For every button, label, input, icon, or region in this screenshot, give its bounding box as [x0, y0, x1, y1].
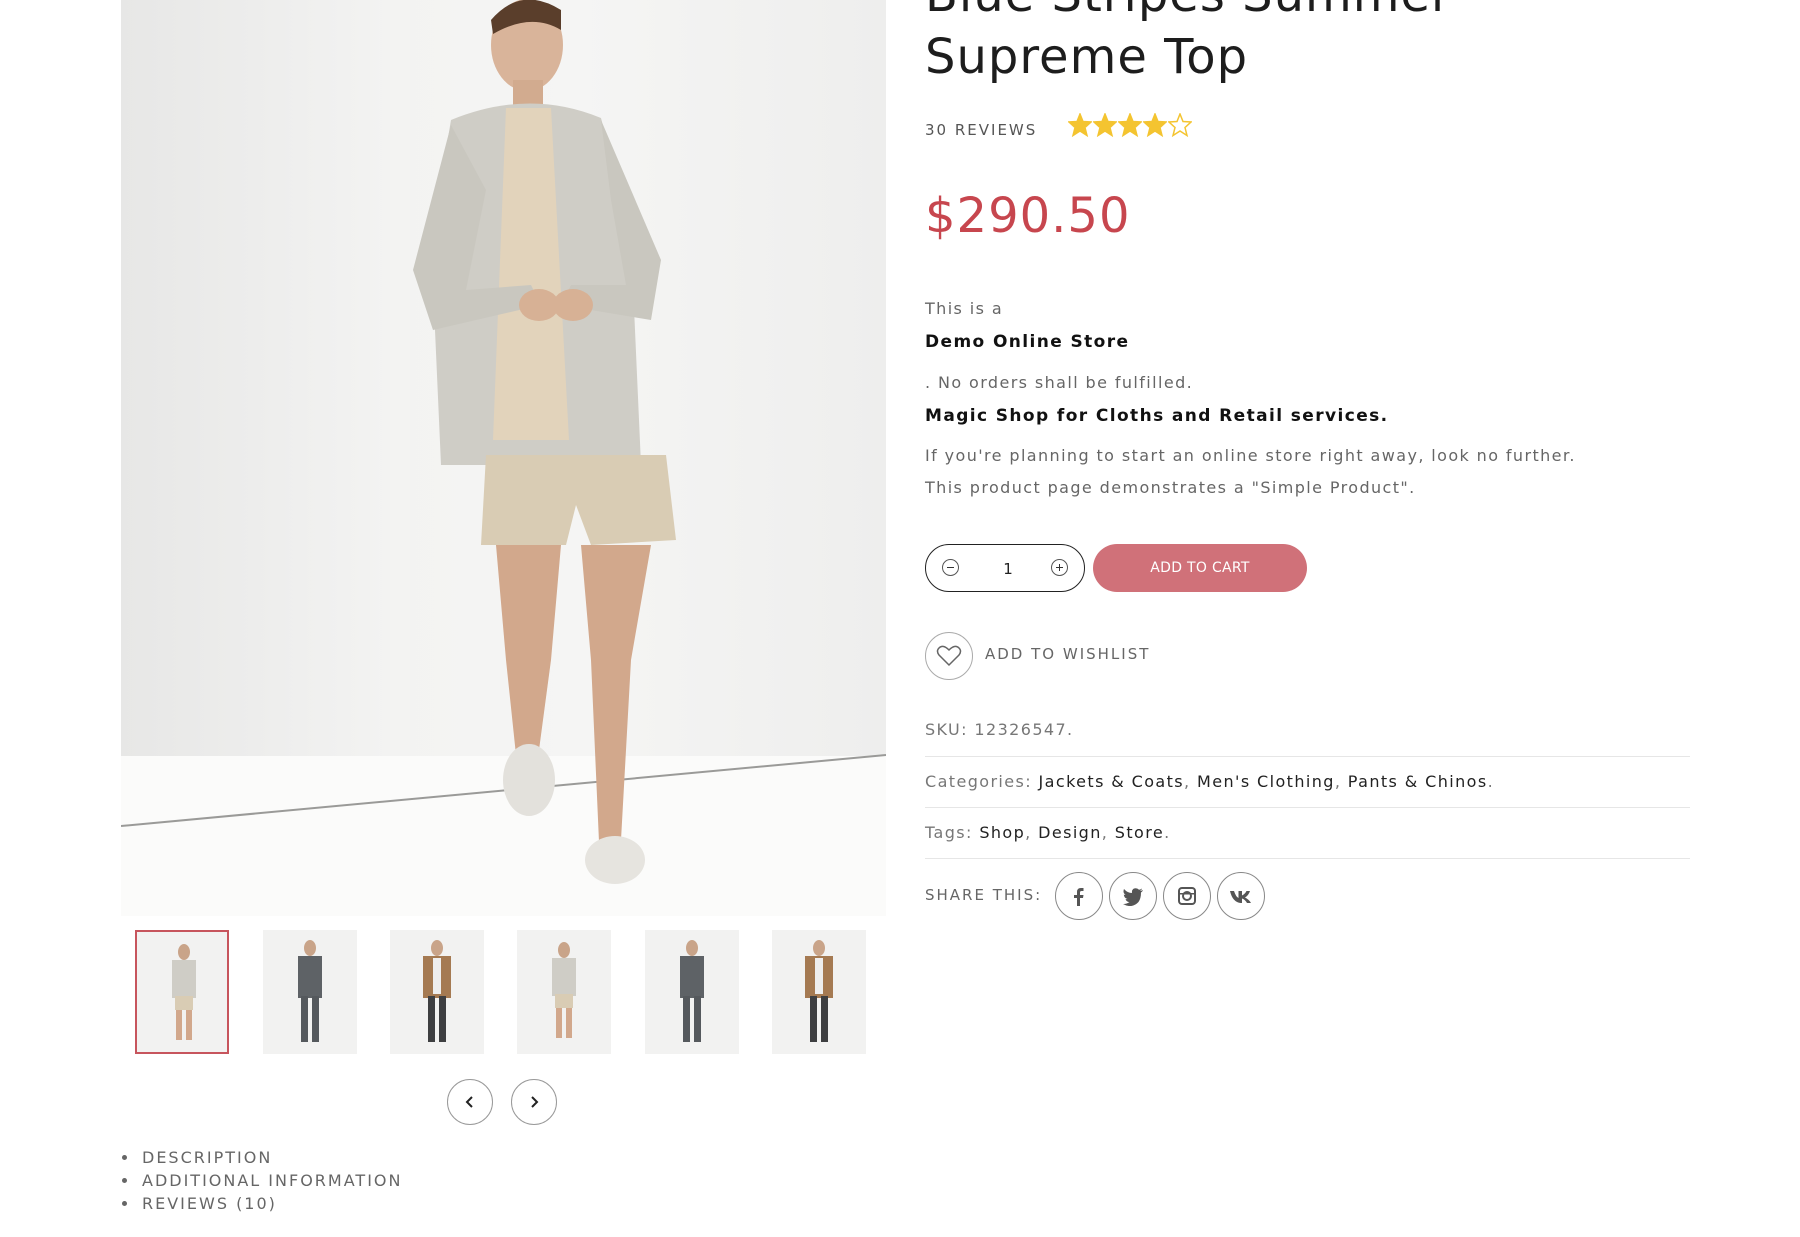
- tag-link[interactable]: Shop: [979, 823, 1025, 842]
- star-filled-icon: [1143, 113, 1167, 137]
- star-filled-icon: [1118, 113, 1142, 137]
- divider: [925, 756, 1690, 757]
- tab-reviews[interactable]: REVIEWS (10): [121, 1192, 402, 1215]
- wishlist-button[interactable]: [925, 632, 973, 680]
- product-title-line1: Blue Stripes Summer: [925, 0, 1452, 26]
- twitter-icon: [1123, 888, 1143, 906]
- tab-description[interactable]: DESCRIPTION: [121, 1146, 402, 1169]
- reviews-count[interactable]: 30 REVIEWS: [925, 121, 1037, 139]
- share-vk-button[interactable]: [1217, 872, 1265, 920]
- facebook-icon: [1074, 888, 1084, 906]
- description-line-3: . No orders shall be fulfilled.: [925, 373, 1194, 392]
- tab-additional-information[interactable]: ADDITIONAL INFORMATION: [121, 1169, 402, 1192]
- description-line-5: If you're planning to start an online st…: [925, 446, 1576, 465]
- divider: [925, 858, 1690, 859]
- sku-label: SKU:: [925, 720, 968, 739]
- thumbnail-2[interactable]: [263, 930, 357, 1054]
- rating-stars: [1068, 113, 1192, 137]
- thumbnail-1[interactable]: [135, 930, 229, 1054]
- quantity-plus-button[interactable]: [1051, 559, 1068, 576]
- share-facebook-button[interactable]: [1055, 872, 1103, 920]
- chevron-left-icon: [465, 1096, 473, 1108]
- category-link[interactable]: Pants & Chinos: [1348, 772, 1488, 791]
- thumbnail-prev-button[interactable]: [447, 1079, 493, 1125]
- share-label: SHARE THIS:: [925, 886, 1043, 904]
- product-title-line2: Supreme Top: [925, 29, 1249, 85]
- star-filled-icon: [1093, 113, 1117, 137]
- chevron-right-icon: [531, 1096, 539, 1108]
- tag-link[interactable]: Store: [1115, 823, 1164, 842]
- category-link[interactable]: Jackets & Coats: [1039, 772, 1185, 791]
- category-link[interactable]: Men's Clothing: [1197, 772, 1335, 791]
- quantity-minus-button[interactable]: [942, 559, 959, 576]
- tags-row: Tags: Shop, Design, Store.: [925, 823, 1171, 842]
- thumbnail-3[interactable]: [390, 930, 484, 1054]
- share-twitter-button[interactable]: [1109, 872, 1157, 920]
- tag-link[interactable]: Design: [1038, 823, 1102, 842]
- thumbnail-4[interactable]: [517, 930, 611, 1054]
- instagram-icon: [1178, 887, 1196, 905]
- product-main-image[interactable]: [121, 0, 886, 916]
- tags-label: Tags:: [925, 823, 973, 842]
- model-figure: [121, 0, 886, 884]
- heart-icon: [936, 645, 962, 667]
- description-line-1: This is a: [925, 299, 1004, 318]
- thumbnail-next-button[interactable]: [511, 1079, 557, 1125]
- share-instagram-button[interactable]: [1163, 872, 1211, 920]
- product-price: $290.50: [925, 188, 1131, 244]
- add-to-cart-button[interactable]: ADD TO CART: [1093, 544, 1307, 592]
- description-line-2: Demo Online Store: [925, 332, 1130, 352]
- description-line-4: Magic Shop for Cloths and Retail service…: [925, 406, 1389, 426]
- divider: [925, 807, 1690, 808]
- vk-icon: [1230, 891, 1251, 903]
- sku-value: 12326547.: [974, 720, 1074, 739]
- thumbnail-5[interactable]: [645, 930, 739, 1054]
- quantity-stepper: [925, 544, 1085, 592]
- product-tabs: DESCRIPTION ADDITIONAL INFORMATION REVIE…: [121, 1146, 402, 1215]
- categories-label: Categories:: [925, 772, 1033, 791]
- categories-row: Categories: Jackets & Coats, Men's Cloth…: [925, 772, 1495, 791]
- star-filled-icon: [1068, 113, 1092, 137]
- quantity-input[interactable]: [976, 559, 1040, 579]
- wishlist-label[interactable]: ADD TO WISHLIST: [985, 645, 1150, 663]
- star-empty-icon: [1168, 113, 1192, 137]
- sku-row: SKU: 12326547.: [925, 720, 1074, 739]
- thumbnail-6[interactable]: [772, 930, 866, 1054]
- description-line-6: This product page demonstrates a "Simple…: [925, 478, 1416, 497]
- product-title: Blue Stripes Summer Supreme Top: [925, 0, 1452, 88]
